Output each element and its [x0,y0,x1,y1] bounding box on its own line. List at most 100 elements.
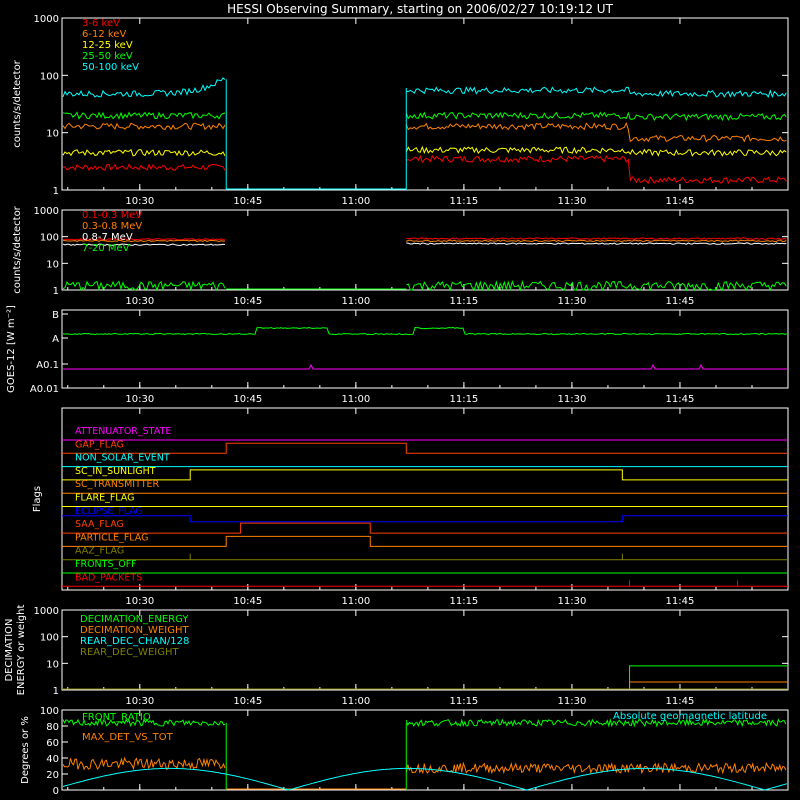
series-line [405,121,787,143]
series-line [62,122,226,131]
hessi-summary-chart: HESSI Observing Summary, starting on 200… [4,2,789,797]
goes-short-line [63,363,787,370]
flag-label: ATTENUATOR_STATE [75,426,171,437]
flag-line [62,442,788,454]
x-tick-label: 11:45 [666,196,695,207]
x-tick-label: 10:45 [233,596,262,607]
x-tick-label: 11:30 [558,696,587,707]
x-tick-label: 11:00 [341,596,370,607]
flag-label: PARTICLE_FLAG [75,532,148,543]
x-tick-label: 11:15 [449,394,478,405]
legend-entry: DECIMATION_ENERGY [80,614,189,625]
series-line [62,767,788,791]
legend-entry: 50-100 keV [82,62,139,73]
y-tick-label: 10 [46,659,59,670]
flag-line [62,522,788,534]
panel-2: 10:30 10:45 11:00 11:15 11:30 11:45 1 10 100 1000… [12,205,789,307]
y-axis-label: ENERGY or weight [16,605,27,696]
legend-entry: 0.1-0.3 MeV [82,210,142,221]
series-line [405,145,787,157]
x-tick-label: 10:45 [233,394,262,405]
flag-label: FLARE_FLAG [75,493,135,504]
x-tick-label: 10:45 [233,196,262,207]
legend-entry: 25-50 keV [82,51,133,62]
panel-frame [61,17,789,191]
x-tick-label: 11:15 [449,196,478,207]
series-line [405,761,787,775]
x-tick-label: 10:45 [233,696,262,707]
y-tick-label: 1 [53,186,59,197]
chart-title: HESSI Observing Summary, starting on 200… [227,2,613,16]
flag-label: AAZ_FLAG [75,546,124,557]
series-line [406,279,787,292]
x-tick-label: 11:30 [558,596,587,607]
series-line [406,239,787,243]
series-line [405,111,787,122]
legend-entry: REAR_DEC_CHAN/128 [80,636,189,647]
y-tick-label: 0 [53,786,59,797]
legend-entry: FRONT_RATIO [82,712,151,723]
x-tick-label: 11:00 [341,696,370,707]
y-tick-label: 1 [53,286,59,297]
y-tick-label: 60 [46,738,59,749]
y-axis-label: DECIMATION [4,618,15,681]
x-tick-label: 10:30 [125,696,154,707]
x-tick-label: 10:30 [125,394,154,405]
series-line [62,681,788,690]
x-tick-label: 11:15 [449,696,478,707]
y-tick-label: 100 [40,233,59,244]
y-tick-label: A [52,334,59,345]
x-tick-label: 11:45 [666,696,695,707]
y-axis-label: counts/s/detector [12,59,23,147]
flag-label: GAP_FLAG [75,439,124,450]
flag-label: ECLIPSE_FLAG [75,506,143,517]
x-tick-label: 11:45 [666,394,695,405]
y-axis-label: Degrees or % [20,716,31,784]
series-line [62,148,226,157]
y-tick-label: A0.1 [36,360,59,371]
panel-4: 10:30 10:45 11:00 11:15 11:30 11:45 Flags ATTEN… [32,407,789,607]
y-tick-label: 100 [40,71,59,82]
series-line [62,665,788,690]
y-axis-label: Flags [32,486,43,512]
series-line [406,154,787,185]
y-axis-label: counts/s/detector [12,205,23,293]
x-tick-label: 11:00 [341,394,370,405]
x-tick-label: 10:30 [125,596,154,607]
y-tick-label: 40 [46,754,59,765]
y-tick-label: 100 [40,706,59,717]
legend-entry: Absolute geomagnetic latitude [613,711,767,722]
legend-entry: 0.8-7 MeV [82,232,133,243]
y-tick-label: 20 [46,770,59,781]
y-tick-label: 1 [53,686,59,697]
x-tick-label: 11:00 [341,196,370,207]
x-tick-label: 11:15 [449,596,478,607]
legend-entry: MAX_DET_VS_TOT [82,732,174,743]
series-line [62,111,226,120]
x-tick-label: 11:45 [666,296,695,307]
y-tick-label: A0.01 [30,384,59,395]
y-tick-label: 1000 [34,606,59,617]
goes-long-line [62,326,788,336]
series-line [62,280,226,292]
x-tick-label: 11:15 [449,296,478,307]
x-tick-label: 10:45 [233,296,262,307]
flag-line [62,469,788,481]
flag-label: FRONTS_OFF [75,559,137,570]
panel-1: 10:30 10:45 11:00 11:15 11:30 11:45 1 10 100 1000… [12,14,789,207]
series-line [62,163,226,172]
x-tick-label: 10:30 [125,296,154,307]
flag-label: SAA_FLAG [75,519,124,530]
x-tick-label: 11:30 [558,394,587,405]
series-line [406,242,787,245]
y-axis-label: GOES-12 [W m⁻²] [6,305,17,393]
legend-entry: 6-12 keV [82,29,126,40]
panel-3: 10:30 10:45 11:00 11:15 11:30 11:45 B A A0.1 A0.0… [6,305,789,405]
legend-entry: DECIMATION_WEIGHT [80,625,189,636]
series-line [406,237,787,240]
series-line [62,756,226,771]
legend-entry: 3-6 keV [82,18,120,29]
y-tick-label: B [52,310,59,321]
y-tick-label: 10 [46,129,59,140]
y-tick-label: 100 [40,633,59,644]
